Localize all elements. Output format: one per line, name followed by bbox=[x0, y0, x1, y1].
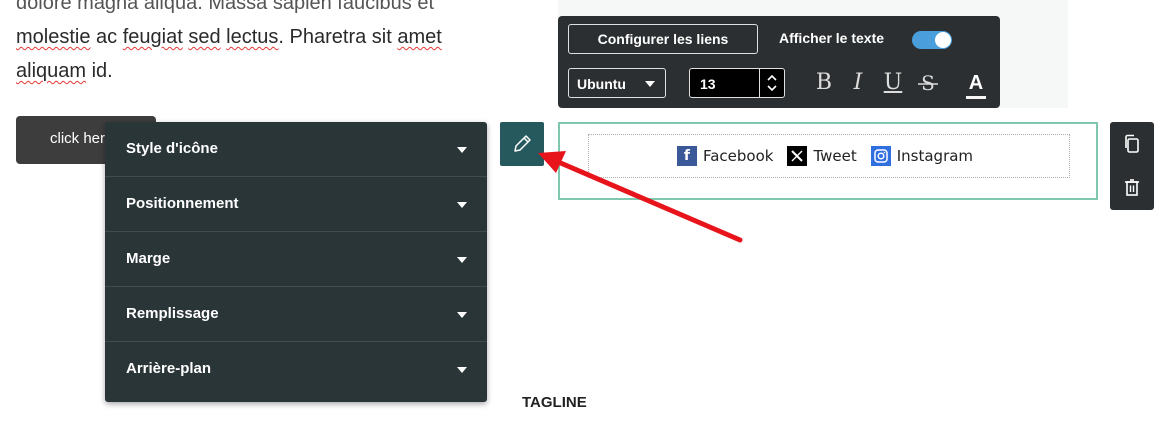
paragraph-text: id. bbox=[86, 60, 113, 82]
social-link-tweet[interactable]: Tweet bbox=[813, 147, 856, 165]
facebook-icon[interactable]: f bbox=[676, 146, 697, 166]
section-label: Style d'icône bbox=[126, 140, 218, 157]
toggle-knob bbox=[935, 32, 951, 48]
x-twitter-icon[interactable] bbox=[787, 146, 808, 166]
show-text-label: Afficher le texte bbox=[779, 30, 885, 46]
section-margin[interactable]: Marge bbox=[105, 232, 487, 287]
social-link-facebook[interactable]: Facebook bbox=[703, 147, 773, 165]
social-links-row: f Facebook Tweet Instagram bbox=[588, 134, 1070, 178]
font-size-stepper[interactable] bbox=[759, 69, 784, 97]
paragraph-text: ac bbox=[90, 26, 123, 48]
text-color-swatch bbox=[966, 96, 986, 99]
x-logo-icon bbox=[791, 150, 804, 162]
pencil-icon bbox=[514, 135, 531, 152]
italic-button[interactable]: I bbox=[847, 68, 869, 98]
chevron-down-icon bbox=[457, 367, 467, 373]
strikethrough-button[interactable]: S bbox=[916, 68, 940, 98]
instagram-logo-icon bbox=[873, 149, 888, 163]
underline-glyph: U bbox=[883, 70, 903, 95]
text-color-glyph: A bbox=[968, 72, 984, 94]
spell-error-word: lectus bbox=[226, 26, 279, 48]
text-format-toolbar: Configurer les liens Afficher le texte U… bbox=[558, 16, 1000, 108]
chevron-down-icon bbox=[457, 202, 467, 208]
strikethrough-icon: S bbox=[918, 71, 938, 95]
block-actions-bar bbox=[1110, 122, 1154, 210]
social-link-instagram[interactable]: Instagram bbox=[897, 147, 973, 165]
chevron-down-icon bbox=[457, 312, 467, 318]
configure-links-button[interactable]: Configurer les liens bbox=[568, 24, 758, 54]
spell-error-word: aliquam bbox=[16, 60, 87, 82]
paragraph-line-1: dolore magna aliqua. Massa sapien faucib… bbox=[16, 0, 435, 14]
body-paragraph: dolore magna aliqua. Massa sapien faucib… bbox=[16, 0, 536, 88]
spell-error-word: feugiat bbox=[122, 26, 183, 48]
delete-button[interactable] bbox=[1110, 166, 1154, 210]
font-size-value: 13 bbox=[700, 76, 716, 92]
section-padding[interactable]: Remplissage bbox=[105, 287, 487, 342]
section-background[interactable]: Arrière-plan bbox=[105, 342, 487, 397]
spell-error-word: amet bbox=[397, 26, 442, 48]
paragraph-text: . Pharetra sit bbox=[278, 26, 398, 48]
section-label: Remplissage bbox=[126, 305, 219, 322]
stepper-arrows-icon bbox=[767, 74, 777, 92]
section-label: Marge bbox=[126, 250, 171, 267]
font-size-input[interactable]: 13 bbox=[689, 68, 785, 98]
edit-pencil-button[interactable] bbox=[500, 122, 544, 166]
font-family-select[interactable]: Ubuntu bbox=[568, 68, 666, 98]
chevron-down-icon bbox=[457, 257, 467, 263]
chevron-down-icon bbox=[457, 147, 467, 153]
section-icon-style[interactable]: Style d'icône bbox=[105, 122, 487, 177]
tagline-text: TAGLINE bbox=[522, 394, 587, 411]
cta-button-label: click here bbox=[50, 130, 114, 147]
instagram-icon[interactable] bbox=[870, 146, 891, 166]
trash-icon bbox=[1125, 179, 1139, 196]
bold-button[interactable]: B bbox=[812, 68, 836, 98]
font-family-value: Ubuntu bbox=[577, 76, 626, 92]
text-color-button[interactable]: A bbox=[964, 68, 988, 99]
show-text-toggle[interactable] bbox=[912, 31, 952, 49]
spell-error-word: molestie bbox=[16, 26, 91, 48]
duplicate-button[interactable] bbox=[1110, 122, 1154, 166]
copy-icon bbox=[1125, 134, 1139, 153]
section-positioning[interactable]: Positionnement bbox=[105, 177, 487, 232]
underline-button[interactable]: U bbox=[882, 68, 904, 98]
section-label: Positionnement bbox=[126, 195, 239, 212]
social-share-widget[interactable]: f Facebook Tweet Instagram bbox=[558, 122, 1098, 200]
spell-error-word: sed bbox=[188, 26, 221, 48]
section-label: Arrière-plan bbox=[126, 360, 212, 377]
chevron-down-icon bbox=[645, 81, 655, 87]
style-settings-panel: Style d'icône Positionnement Marge Rempl… bbox=[105, 122, 487, 402]
svg-text:S: S bbox=[921, 71, 935, 95]
